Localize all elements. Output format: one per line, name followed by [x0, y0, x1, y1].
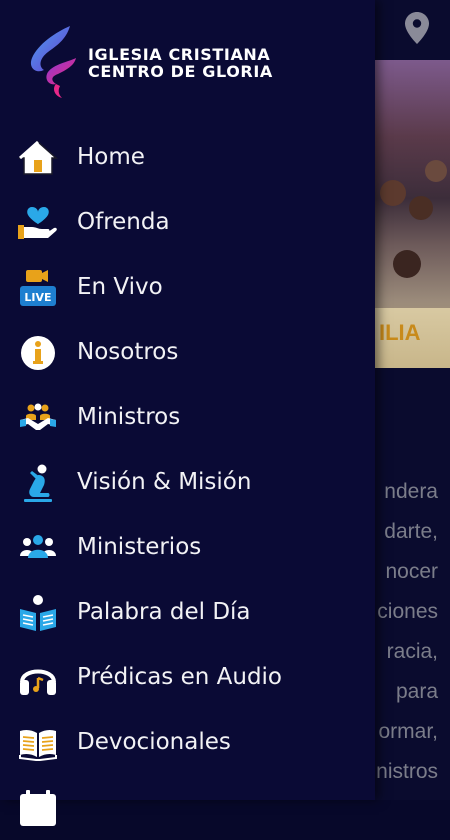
reading-book-icon	[18, 593, 58, 633]
menu-item-home[interactable]: Home	[0, 125, 375, 190]
menu-item-vision-mision[interactable]: Visión & Misión	[0, 450, 375, 515]
open-bible-icon	[18, 723, 58, 763]
handshake-group-icon	[18, 398, 58, 438]
menu-item-ministros[interactable]: Ministros	[0, 385, 375, 450]
banner-text: ILIA	[375, 308, 450, 368]
menu-item-palabra-del-dia[interactable]: Palabra del Día	[0, 580, 375, 645]
menu-label: Palabra del Día	[77, 599, 251, 625]
calendar-icon	[18, 788, 58, 828]
live-camera-icon: LIVE	[18, 268, 58, 308]
people-group-icon	[18, 528, 58, 568]
location-pin-icon[interactable]	[404, 12, 430, 44]
brand-header: IGLESIA CRISTIANA CENTRO DE GLORIA	[26, 22, 366, 102]
drawer-menu: Home Ofrenda LIVE En Vivo Nosotros Minis…	[0, 125, 375, 840]
menu-label: Nosotros	[77, 339, 179, 365]
menu-item-ministerios[interactable]: Ministerios	[0, 515, 375, 580]
navigation-drawer: IGLESIA CRISTIANA CENTRO DE GLORIA Home	[0, 0, 375, 826]
church-name: IGLESIA CRISTIANA CENTRO DE GLORIA	[88, 46, 273, 80]
info-icon	[18, 333, 58, 373]
church-logo	[26, 22, 86, 102]
menu-label: Home	[77, 144, 145, 170]
home-icon	[18, 138, 58, 178]
menu-label: Ministerios	[77, 534, 202, 560]
menu-item-devocionales[interactable]: Devocionales	[0, 710, 375, 775]
church-name-line1: IGLESIA CRISTIANA	[88, 45, 271, 64]
menu-label: Ofrenda	[77, 209, 170, 235]
menu-item-en-vivo[interactable]: LIVE En Vivo	[0, 255, 375, 320]
church-name-line2: CENTRO DE GLORIA	[88, 62, 273, 81]
praying-person-icon	[18, 463, 58, 503]
menu-label: Ministros	[77, 404, 181, 430]
menu-item-nosotros[interactable]: Nosotros	[0, 320, 375, 385]
menu-item-predicas-en-audio[interactable]: Prédicas en Audio	[0, 645, 375, 710]
giving-hand-heart-icon	[18, 203, 58, 243]
menu-item-calendar[interactable]	[0, 775, 375, 840]
banner-image: ILIA	[375, 60, 450, 368]
menu-label: Prédicas en Audio	[77, 664, 283, 690]
svg-text:LIVE: LIVE	[24, 291, 51, 304]
menu-label: En Vivo	[77, 274, 163, 300]
menu-label: Devocionales	[77, 729, 231, 755]
headphones-icon	[18, 658, 58, 698]
menu-label: Visión & Misión	[77, 469, 252, 495]
menu-item-ofrenda[interactable]: Ofrenda	[0, 190, 375, 255]
